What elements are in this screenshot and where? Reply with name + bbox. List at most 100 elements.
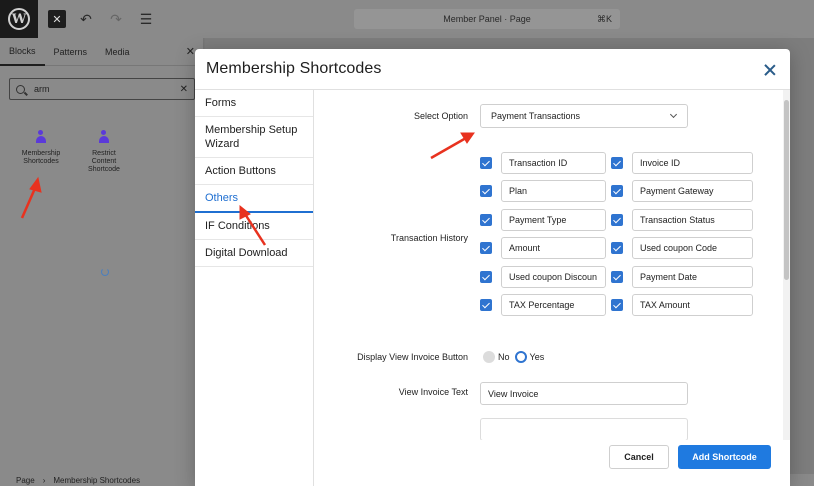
tax-amount-field[interactable]: TAX Amount	[632, 294, 753, 316]
chevron-down-icon	[669, 110, 678, 119]
modal-nav: Forms Membership Setup Wizard Action But…	[195, 90, 314, 486]
membership-shortcodes-modal: Membership Shortcodes Forms Membership S…	[195, 49, 790, 486]
select-option-dropdown[interactable]: Payment Transactions	[480, 104, 688, 128]
select-option-label: Select Option	[413, 111, 468, 121]
used-coupon-code-checkbox[interactable]	[611, 242, 623, 254]
select-option-value: Payment Transactions	[491, 111, 581, 121]
transaction-id-checkbox[interactable]	[480, 157, 492, 169]
payment-gateway-checkbox[interactable]	[611, 185, 623, 197]
plan-checkbox[interactable]	[480, 185, 492, 197]
field-row: TAX Amount	[611, 294, 753, 316]
transaction-status-checkbox[interactable]	[611, 214, 623, 226]
radio-no[interactable]	[483, 351, 495, 363]
field-row: Invoice ID	[611, 152, 753, 174]
field-row: Amount	[480, 237, 606, 259]
view-invoice-text-input[interactable]: View Invoice	[480, 382, 688, 405]
add-shortcode-button[interactable]: Add Shortcode	[678, 445, 771, 469]
block-restrict-content-shortcode[interactable]: Restrict Content Shortcode	[79, 130, 129, 174]
field-row: TAX Percentage	[480, 294, 606, 316]
tab-patterns[interactable]: Patterns	[45, 38, 97, 66]
payment-date-checkbox[interactable]	[611, 271, 623, 283]
document-title: Member Panel · Page	[443, 14, 531, 24]
payment-type-field[interactable]: Payment Type	[501, 209, 606, 231]
transaction-status-field[interactable]: Transaction Status	[632, 209, 753, 231]
redo-icon: ↷	[110, 10, 122, 27]
clear-search-icon[interactable]: ✕	[180, 84, 188, 95]
block-inserter-panel: Blocks Patterns Media ✕ arm ✕ Membership…	[0, 38, 204, 474]
amount-field[interactable]: Amount	[501, 237, 606, 259]
document-title-bar[interactable]: Member Panel · Page ⌘K	[354, 9, 620, 29]
list-view-icon: ☰	[139, 10, 153, 27]
block-membership-shortcodes[interactable]: Membership Shortcodes	[16, 130, 66, 166]
used-coupon-discount-field[interactable]: Used coupon Discoun	[501, 266, 606, 288]
nav-item-membership-setup-wizard[interactable]: Membership Setup Wizard	[195, 117, 313, 158]
close-icon[interactable]: ✕	[186, 45, 195, 58]
field-row: Payment Gateway	[611, 180, 753, 202]
redo-button[interactable]: ↷	[106, 9, 126, 29]
cancel-button[interactable]: Cancel	[609, 445, 669, 469]
modal-content: Select Option Payment Transactions Trans…	[315, 90, 783, 440]
wordpress-logo-button[interactable]: W	[0, 0, 38, 38]
payment-type-checkbox[interactable]	[480, 214, 492, 226]
search-value: arm	[34, 84, 50, 94]
invoice-id-field[interactable]: Invoice ID	[632, 152, 753, 174]
nav-item-digital-download[interactable]: Digital Download	[195, 240, 313, 267]
field-row: Payment Date	[611, 266, 753, 288]
tax-percentage-checkbox[interactable]	[480, 299, 492, 311]
field-row: Payment Type	[480, 209, 606, 231]
tax-percentage-field[interactable]: TAX Percentage	[501, 294, 606, 316]
field-row: Used coupon Discoun	[480, 266, 606, 288]
block-search-input[interactable]: arm ✕	[9, 78, 195, 100]
partially-visible-input[interactable]	[480, 418, 688, 440]
scrollbar-thumb[interactable]	[784, 100, 789, 280]
block-label: Membership Shortcodes	[21, 150, 61, 165]
undo-button[interactable]: ↶	[76, 9, 96, 29]
transaction-id-field[interactable]: Transaction ID	[501, 152, 606, 174]
used-coupon-code-field[interactable]: Used coupon Code	[632, 237, 753, 259]
command-shortcut: ⌘K	[596, 13, 612, 24]
view-invoice-text-value: View Invoice	[488, 388, 539, 399]
field-row: Plan	[480, 180, 606, 202]
field-row: Transaction Status	[611, 209, 753, 231]
payment-gateway-field[interactable]: Payment Gateway	[632, 180, 753, 202]
display-invoice-label: Display View Invoice Button	[357, 352, 468, 362]
loading-spinner-icon	[101, 268, 109, 276]
chevron-right-icon: ›	[42, 475, 46, 485]
member-icon	[35, 130, 47, 144]
field-row: Used coupon Code	[611, 237, 753, 259]
radio-no-label: No	[498, 352, 510, 362]
amount-checkbox[interactable]	[480, 242, 492, 254]
close-inserter-button[interactable]: ✕	[48, 10, 66, 28]
field-row: Transaction ID	[480, 152, 606, 174]
payment-date-field[interactable]: Payment Date	[632, 266, 753, 288]
inserter-tabs: Blocks Patterns Media ✕	[0, 38, 203, 66]
plan-field[interactable]: Plan	[501, 180, 606, 202]
tax-amount-checkbox[interactable]	[611, 299, 623, 311]
close-icon: ✕	[52, 13, 62, 26]
tab-blocks[interactable]: Blocks	[0, 38, 45, 66]
modal-footer: Cancel Add Shortcode	[315, 440, 790, 486]
nav-item-others[interactable]: Others	[195, 185, 313, 213]
breadcrumb-page[interactable]: Page	[16, 476, 35, 485]
invoice-id-checkbox[interactable]	[611, 157, 623, 169]
modal-title: Membership Shortcodes	[206, 60, 382, 77]
block-label: Restrict Content Shortcode	[88, 150, 120, 173]
modal-header: Membership Shortcodes	[195, 49, 790, 90]
member-icon	[98, 130, 110, 144]
view-invoice-text-label: View Invoice Text	[398, 387, 468, 397]
radio-yes-label: Yes	[529, 352, 545, 362]
nav-item-forms[interactable]: Forms	[195, 90, 313, 117]
radio-yes[interactable]	[514, 351, 527, 363]
undo-icon: ↶	[80, 10, 92, 27]
search-icon	[16, 84, 25, 94]
breadcrumb-block[interactable]: Membership Shortcodes	[53, 476, 140, 485]
wordpress-icon: W	[8, 8, 30, 30]
close-icon[interactable]	[764, 64, 776, 76]
tab-media[interactable]: Media	[96, 38, 139, 66]
used-coupon-discount-checkbox[interactable]	[480, 271, 492, 283]
document-overview-button[interactable]: ☰	[136, 9, 156, 29]
display-invoice-radio-group: No Yes	[483, 351, 549, 363]
transaction-history-label: Transaction History	[390, 233, 468, 243]
nav-item-if-conditions[interactable]: IF Conditions	[195, 213, 313, 240]
nav-item-action-buttons[interactable]: Action Buttons	[195, 158, 313, 185]
